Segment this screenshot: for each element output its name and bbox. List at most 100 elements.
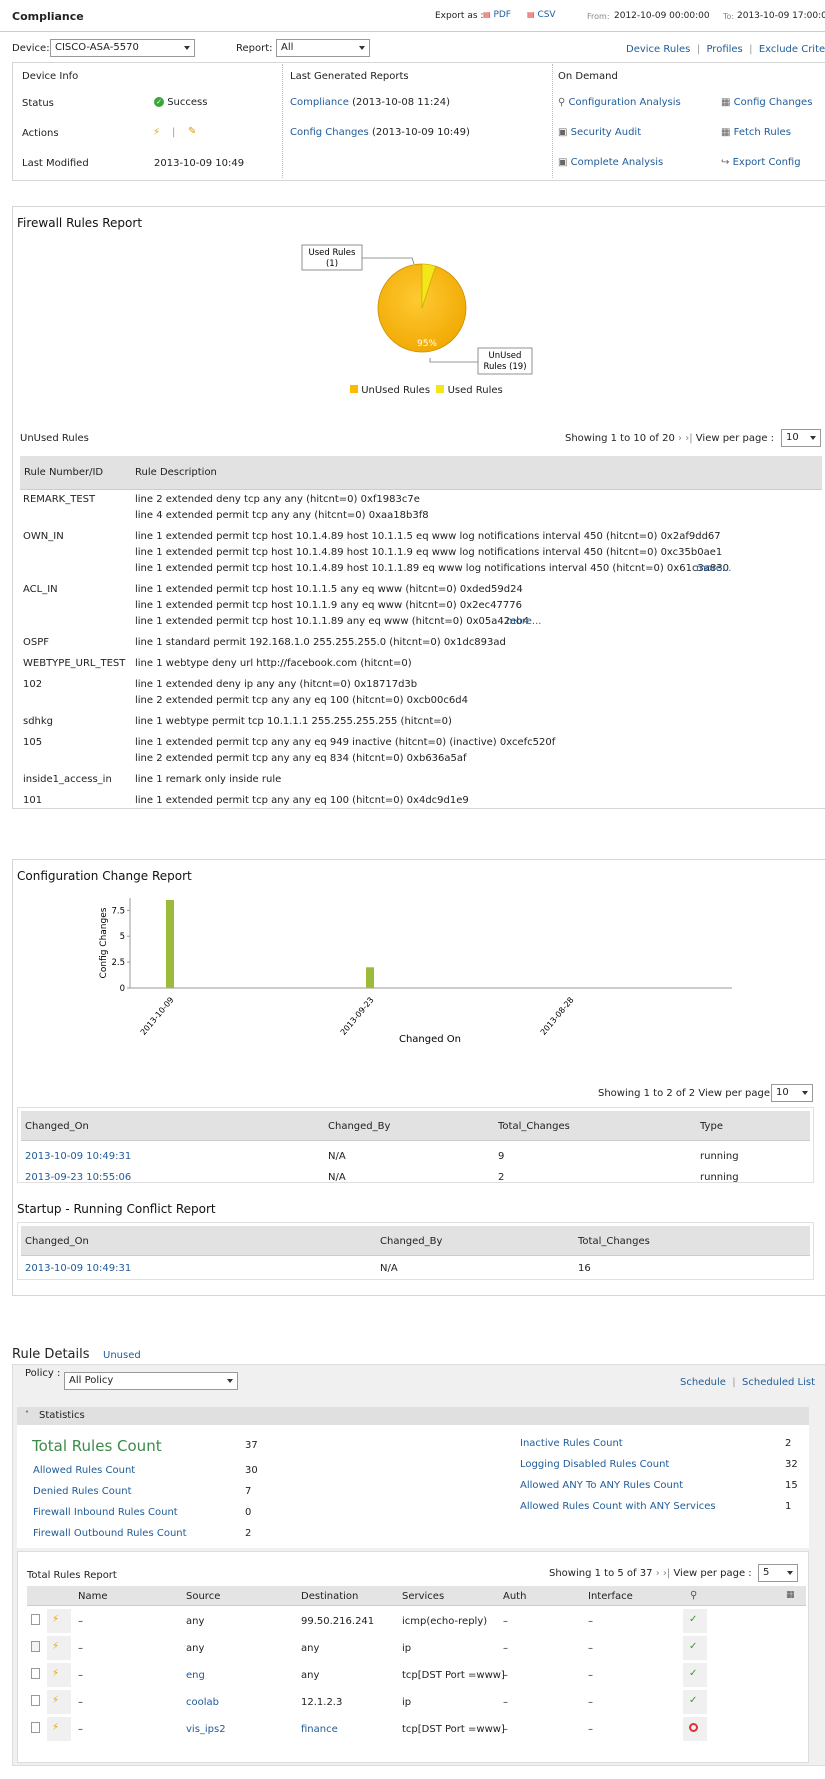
compliance-link[interactable]: Compliance — [290, 97, 349, 108]
rule-doc-icon[interactable] — [31, 1641, 40, 1652]
config-per-page-select[interactable]: 10 — [771, 1084, 813, 1102]
policy-label: Policy : — [25, 1368, 61, 1379]
rule-line: line 1 extended permit tcp any any eq 10… — [135, 795, 469, 806]
lightning-icon[interactable]: ⚡ — [52, 1668, 59, 1679]
lightning-icon[interactable]: ⚡ — [52, 1695, 59, 1706]
legend-item-used[interactable]: Used Rules — [436, 385, 503, 396]
policy-select[interactable]: All Policy — [64, 1372, 238, 1390]
rule-doc-icon[interactable] — [31, 1614, 40, 1625]
auth-cell: – — [503, 1643, 508, 1654]
stat-value: 2 — [245, 1528, 252, 1539]
changed-on-link[interactable]: 2013-10-09 10:49:31 — [25, 1263, 131, 1274]
config-report-title: Configuration Change Report — [17, 869, 192, 883]
device-rules-link[interactable]: Device Rules — [626, 44, 690, 55]
unused-per-page-select[interactable]: 10 — [781, 429, 821, 447]
stat-link[interactable]: Inactive Rules Count — [520, 1438, 623, 1449]
edit-icon[interactable]: ✎ — [188, 126, 196, 137]
rule-doc-icon[interactable] — [31, 1722, 40, 1733]
type-cell: running — [700, 1172, 739, 1183]
more-link[interactable]: more... — [506, 616, 541, 627]
fetch-rules-button[interactable]: ▦ Fetch Rules — [721, 127, 791, 138]
stat-link[interactable]: Allowed Rules Count with ANY Services — [520, 1501, 716, 1512]
table-row[interactable]: ⚡ – coolab 12.1.2.3 ip – – ✓ — [27, 1690, 806, 1714]
rule-id: WEBTYPE_URL_TEST — [23, 658, 126, 669]
type-cell: running — [700, 1151, 739, 1162]
column-chooser-icon[interactable]: ▦ — [786, 1590, 795, 1600]
callout-line — [362, 257, 415, 265]
chevron-down-icon — [802, 1091, 808, 1095]
schedule-link[interactable]: Schedule — [680, 1377, 726, 1388]
search-icon[interactable]: ⚲ — [690, 1590, 697, 1601]
used-callout-text: Used Rules — [309, 248, 356, 258]
table-row: 2013-10-09 10:49:31 N/A 16 — [25, 1263, 805, 1279]
config-changes-button[interactable]: ▦ Config Changes — [721, 97, 812, 108]
table-row[interactable]: ⚡ – any any ip – – ✓ — [27, 1636, 806, 1660]
exclude-criteria-link[interactable]: Exclude Criteria — [759, 44, 825, 55]
profiles-link[interactable]: Profiles — [706, 44, 742, 55]
csv-export-button[interactable]: ▤ CSV — [527, 10, 556, 20]
lightning-icon[interactable]: ⚡ — [153, 127, 160, 138]
x-axis-label: Changed On — [399, 1034, 461, 1045]
last-page-icon[interactable]: ›| — [685, 433, 692, 444]
stat-link[interactable]: Firewall Outbound Rules Count — [33, 1528, 187, 1539]
scheduled-list-link[interactable]: Scheduled List — [742, 1377, 815, 1388]
source-cell[interactable]: coolab — [186, 1697, 219, 1708]
page-title: Compliance — [12, 10, 84, 23]
schedule-links: Schedule | Scheduled List — [680, 1377, 816, 1388]
pdf-export-button[interactable]: ▤ PDF — [483, 10, 511, 20]
source-cell[interactable]: vis_ips2 — [186, 1724, 226, 1735]
lightning-icon[interactable]: ⚡ — [52, 1641, 59, 1652]
more-link[interactable]: more... — [696, 563, 731, 574]
security-audit-button[interactable]: ▣ Security Audit — [558, 127, 641, 138]
table-row[interactable]: ⚡ – any 99.50.216.241 icmp(echo-reply) – – ✓ — [27, 1609, 806, 1633]
check-icon: ✓ — [689, 1668, 698, 1679]
config-changes-link[interactable]: Config Changes — [290, 127, 369, 138]
rule-line: line 2 extended permit tcp any any eq 10… — [135, 695, 468, 706]
changed-on-link[interactable]: 2013-09-23 10:55:06 — [25, 1172, 131, 1183]
stat-link[interactable]: Logging Disabled Rules Count — [520, 1459, 669, 1470]
configuration-analysis-button[interactable]: ⚲ Configuration Analysis — [558, 97, 681, 108]
config-table-header: Changed_On Changed_By Total_Changes Type — [21, 1111, 810, 1141]
statistics-header[interactable]: ˄ Statistics — [17, 1407, 809, 1425]
total-changes-cell: 9 — [498, 1151, 505, 1162]
complete-analysis-button[interactable]: ▣ Complete Analysis — [558, 157, 663, 168]
export-config-button[interactable]: ↪ Export Config — [721, 157, 801, 168]
last-page-icon[interactable]: ›| — [663, 1568, 670, 1579]
col-destination: Destination — [301, 1591, 359, 1602]
bar-2013-09-23[interactable] — [366, 967, 374, 988]
next-page-icon[interactable]: › — [678, 433, 682, 444]
col-changed-on: Changed_On — [25, 1236, 89, 1247]
conflict-table-header: Changed_On Changed_By Total_Changes — [21, 1226, 810, 1256]
source-cell: any — [186, 1643, 205, 1654]
rule-line: line 1 remark only inside rule — [135, 774, 282, 785]
services-cell: tcp[DST Port =www] — [402, 1724, 505, 1735]
actions-label: Actions — [22, 128, 59, 139]
to-date[interactable]: 2013-10-09 17:00:00 — [737, 11, 825, 21]
device-select[interactable]: CISCO-ASA-5570 — [50, 39, 195, 57]
stat-link[interactable]: Denied Rules Count — [33, 1486, 132, 1497]
stat-link[interactable]: Allowed Rules Count — [33, 1465, 135, 1476]
unused-tab-link[interactable]: Unused — [103, 1350, 141, 1361]
bar-2013-10-09[interactable] — [166, 900, 174, 988]
table-row[interactable]: ⚡ – eng any tcp[DST Port =www] – – ✓ — [27, 1663, 806, 1687]
destination-cell: 99.50.216.241 — [301, 1616, 375, 1627]
rule-doc-icon[interactable] — [31, 1695, 40, 1706]
report-select[interactable]: All — [276, 39, 370, 57]
lightning-icon[interactable]: ⚡ — [52, 1614, 59, 1625]
stat-value: 32 — [785, 1459, 798, 1470]
rules-per-page-select[interactable]: 5 — [758, 1564, 798, 1582]
destination-cell[interactable]: finance — [301, 1724, 338, 1735]
col-rule-description: Rule Description — [135, 467, 217, 478]
legend-item-unused[interactable]: UnUsed Rules — [350, 385, 430, 396]
lightning-icon[interactable]: ⚡ — [52, 1722, 59, 1733]
from-date[interactable]: 2012-10-09 00:00:00 — [614, 11, 710, 21]
source-cell[interactable]: eng — [186, 1670, 205, 1681]
table-row[interactable]: ⚡ – vis_ips2 finance tcp[DST Port =www] – – — [27, 1717, 806, 1741]
rule-line: line 1 extended permit tcp host 10.1.1.5… — [135, 584, 523, 595]
rule-doc-icon[interactable] — [31, 1668, 40, 1679]
stat-link[interactable]: Firewall Inbound Rules Count — [33, 1507, 178, 1518]
stat-link[interactable]: Allowed ANY To ANY Rules Count — [520, 1480, 683, 1491]
next-page-icon[interactable]: › — [656, 1568, 660, 1579]
changed-on-link[interactable]: 2013-10-09 10:49:31 — [25, 1151, 131, 1162]
rule-line: line 1 extended permit tcp host 10.1.4.8… — [135, 563, 730, 574]
